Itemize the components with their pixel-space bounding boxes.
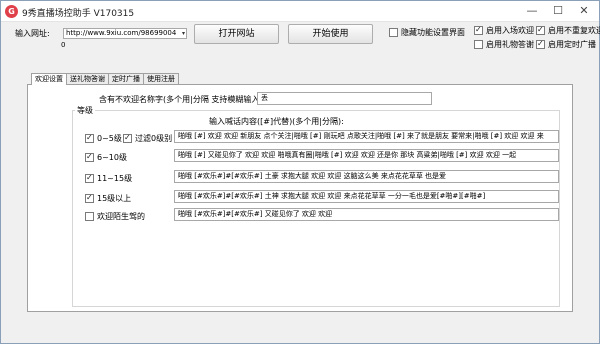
checkbox-box: [85, 152, 94, 162]
checkbox-box: [536, 25, 545, 35]
url-zero-text: 0: [61, 41, 66, 49]
level-15-plus-phrases-input[interactable]: 啪哦 [#欢乐#]#[#欢乐#] 土神 求抱大腿 欢迎 欢迎 来点花花草草 一分…: [174, 190, 559, 203]
checkbox-box: [389, 28, 398, 37]
level-6-10-checkbox[interactable]: 6~10级: [85, 152, 127, 163]
checkbox-box: [474, 40, 483, 49]
welcome-strangers-phrases-input[interactable]: 啪哦 [#欢乐#]#[#欢乐#] 又碰见你了 欢迎 欢迎: [174, 208, 559, 221]
enable-entry-welcome-label: 启用入场欢迎: [486, 26, 534, 35]
level-group-title: 等级: [75, 105, 95, 116]
tab-strip: 欢迎设置 送礼物答谢 定时广播 使用注册: [31, 73, 179, 85]
checkbox-box: [85, 173, 94, 183]
level-15-plus-label: 15级以上: [97, 194, 132, 203]
level-6-10-label: 6~10级: [97, 153, 127, 162]
level-11-15-label: 11~15级: [97, 174, 133, 183]
checkbox-box: [85, 212, 94, 221]
enable-timed-broadcast-checkbox[interactable]: 启用定时广播: [536, 39, 596, 50]
enable-no-repeat-welcome-label: 启用不重复欢迎: [548, 26, 600, 35]
checkbox-box: [123, 133, 132, 143]
welcome-strangers-label: 欢迎陌生驾的: [97, 212, 145, 221]
title-bar: G 9秀直播场控助手 V170315 — ☐ ✕: [1, 1, 599, 22]
maximize-icon[interactable]: ☐: [545, 1, 571, 21]
checkbox-box: [536, 39, 545, 49]
exclude-names-label: 含有不欢迎名称字(多个用|分隔 支持模糊输入): [99, 95, 263, 104]
main-window: G 9秀直播场控助手 V170315 — ☐ ✕ 输入网址: http://ww…: [0, 0, 600, 344]
checkbox-box: [85, 193, 94, 203]
checkbox-box: [85, 133, 94, 143]
level-11-15-phrases-input[interactable]: 啪哦 [#欢乐#]#[#欢乐#] 土豪 求抱大腿 欢迎 欢迎 这脑这么美 来点花…: [174, 170, 559, 183]
phrases-label: 输入喊话内容([#]代替)(多个用|分隔):: [209, 117, 344, 126]
level-0-5-label: 0~5级: [97, 134, 122, 143]
tab-registration[interactable]: 使用注册: [143, 73, 179, 84]
enable-entry-welcome-checkbox[interactable]: 启用入场欢迎: [474, 25, 534, 36]
filter-level-0-label: 过滤0级别: [135, 134, 173, 143]
close-icon[interactable]: ✕: [571, 1, 597, 21]
hide-settings-label: 隐藏功能设置界面: [401, 28, 465, 37]
filter-level-0-checkbox[interactable]: 过滤0级别: [123, 133, 172, 144]
window-title: 9秀直播场控助手 V170315: [22, 9, 135, 19]
enable-timed-broadcast-label: 启用定时广播: [548, 40, 596, 49]
level-15-plus-checkbox[interactable]: 15级以上: [85, 193, 131, 204]
level-0-5-phrases-input[interactable]: 啪哦 [#] 欢迎 欢迎 新朋友 点个关注|啪哦 [#] 刚玩吧 点歌关注|啪哦…: [174, 130, 559, 143]
level-0-5-checkbox[interactable]: 0~5级: [85, 133, 122, 144]
level-6-10-phrases-input[interactable]: 啪哦 [#] 又碰见你了 欢迎 欢迎 啪哦真有圈|啪哦 [#] 欢迎 欢迎 还是…: [174, 149, 559, 162]
tab-gift-thanks[interactable]: 送礼物答谢: [66, 73, 109, 84]
start-use-button[interactable]: 开始使用: [288, 24, 373, 44]
enable-gift-thanks-checkbox[interactable]: 启用礼物答谢: [474, 39, 534, 50]
app-logo-icon: G: [5, 5, 18, 18]
tab-welcome-settings[interactable]: 欢迎设置: [31, 73, 67, 85]
url-combobox[interactable]: http://www.9xiu.com/98699004 ▾: [63, 28, 187, 39]
exclude-names-input[interactable]: 丢: [257, 92, 432, 105]
enable-no-repeat-welcome-checkbox[interactable]: 启用不重复欢迎: [536, 25, 600, 36]
url-value: http://www.9xiu.com/98699004: [66, 29, 177, 37]
open-website-button[interactable]: 打开网站: [194, 24, 279, 44]
dropdown-arrow-icon[interactable]: ▾: [182, 29, 185, 38]
checkbox-box: [474, 25, 483, 35]
url-label: 输入网址:: [15, 29, 50, 38]
tab-timed-broadcast[interactable]: 定时广播: [108, 73, 144, 84]
minimize-icon[interactable]: —: [519, 1, 545, 21]
enable-gift-thanks-label: 启用礼物答谢: [486, 40, 534, 49]
hide-settings-checkbox[interactable]: 隐藏功能设置界面: [389, 27, 465, 38]
welcome-strangers-checkbox[interactable]: 欢迎陌生驾的: [85, 211, 145, 222]
level-11-15-checkbox[interactable]: 11~15级: [85, 173, 132, 184]
